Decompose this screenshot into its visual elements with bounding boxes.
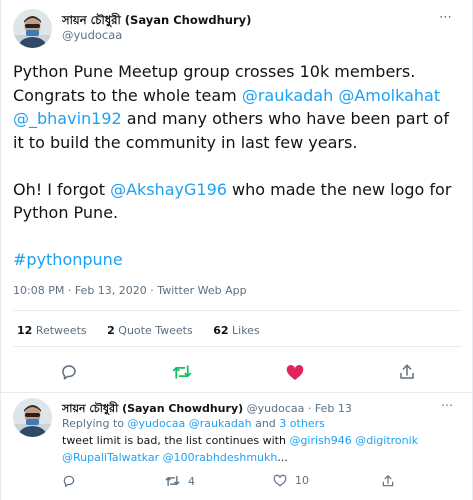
reply-retweet-count: 4 xyxy=(188,474,195,488)
reply-text-segment: tweet limit is bad, the list continues w… xyxy=(62,434,290,447)
replying-to-mentions[interactable]: @yudocaa @raukadah xyxy=(128,417,252,430)
reply-button[interactable] xyxy=(57,360,81,384)
quotes-stat[interactable]: 2 Quote Tweets xyxy=(107,324,193,337)
tweet-line: Python Pune Meetup group crosses 10k mem… xyxy=(13,60,463,84)
retweet-icon xyxy=(165,475,180,487)
reply-reply-button[interactable] xyxy=(62,474,84,488)
likes-stat[interactable]: 62 Likes xyxy=(213,324,259,337)
reply-more-options-icon[interactable]: ⋯ xyxy=(441,398,454,412)
reply-action-bar: 4 10 xyxy=(1,474,473,490)
separator: · xyxy=(307,402,315,415)
tweet-source[interactable]: Twitter Web App xyxy=(157,284,246,297)
share-icon xyxy=(382,475,394,487)
mention-bhavin192[interactable]: @_bhavin192 xyxy=(13,109,122,128)
divider xyxy=(13,346,462,347)
hashtag-pythonpune[interactable]: #pythonpune xyxy=(13,250,123,269)
reply-like-button[interactable]: 10 xyxy=(273,474,309,487)
tweet-text-segment: it to build the community in last few ye… xyxy=(13,132,358,152)
reply-author-avatar[interactable] xyxy=(13,398,52,437)
replying-to: Replying to @yudocaa @raukadah and 3 oth… xyxy=(62,417,325,431)
quotes-label: Quote Tweets xyxy=(118,324,193,337)
tweet-line: Python Pune. xyxy=(13,201,463,225)
reply-icon xyxy=(62,365,76,380)
tweet-text-segment: Python Pune Meetup group crosses 10k mem… xyxy=(13,62,416,81)
tweet-line: #pythonpune xyxy=(13,248,463,272)
mention-raukadah[interactable]: @raukadah xyxy=(242,86,333,105)
reply-retweet-button[interactable]: 4 xyxy=(165,474,195,488)
tweet-text-segment: who made the new logo for xyxy=(226,179,452,199)
reply-text-line: tweet limit is bad, the list continues w… xyxy=(62,434,418,448)
replying-to-label: Replying to xyxy=(62,417,128,430)
mention-100rabhdeshmukh[interactable]: @100rabhdeshmukh xyxy=(163,451,278,464)
quotes-count: 2 xyxy=(107,324,115,337)
retweet-icon xyxy=(172,365,192,379)
replying-to-others[interactable]: 3 others xyxy=(279,417,325,430)
retweets-stat[interactable]: 12 Retweets xyxy=(17,324,87,337)
retweets-label: Retweets xyxy=(35,324,87,337)
tweet-text-segment: Congrats to the whole team xyxy=(13,85,242,105)
tweet-meta: 10:08 PM · Feb 13, 2020 · Twitter Web Ap… xyxy=(13,284,247,297)
retweet-button[interactable] xyxy=(170,360,194,384)
reply-author-name[interactable]: সায়ন চৌধুরী (Sayan Chowdhury) xyxy=(62,402,243,415)
tweet-date[interactable]: Feb 13, 2020 xyxy=(75,284,147,297)
tweet-text-segment: and many others who have been part of xyxy=(121,109,449,128)
author-avatar[interactable] xyxy=(13,9,52,48)
reply-icon xyxy=(63,475,75,487)
tweet-line: Congrats to the whole team @raukadah @Am… xyxy=(13,84,463,108)
reply-text-ellipsis: ... xyxy=(277,451,288,464)
tweet-line: Oh! I forgot @AkshayG196 who made the ne… xyxy=(13,178,463,202)
mention-rupalitalwatkar[interactable]: @RupaliTalwatkar xyxy=(62,451,159,464)
reply-date[interactable]: Feb 13 xyxy=(315,402,352,415)
divider xyxy=(13,310,462,311)
reply-like-count: 10 xyxy=(295,474,309,487)
retweets-count: 12 xyxy=(17,324,33,337)
share-button[interactable] xyxy=(395,360,419,384)
likes-label: Likes xyxy=(232,324,260,337)
tweet-text: Python Pune Meetup group crosses 10k mem… xyxy=(13,60,463,272)
divider xyxy=(1,392,473,393)
reply-text-line: @RupaliTalwatkar @100rabhdeshmukh... xyxy=(62,451,288,465)
author-handle[interactable]: @yudocaa xyxy=(62,28,122,42)
likes-count: 62 xyxy=(213,324,229,337)
share-icon xyxy=(400,364,414,379)
tweet-time[interactable]: 10:08 PM xyxy=(13,284,64,297)
reply-author-handle[interactable]: @yudocaa xyxy=(247,402,305,415)
tweet-stats: 12 Retweets 2 Quote Tweets 62 Likes xyxy=(17,324,277,337)
mention-digitronik[interactable]: @digitronik xyxy=(355,434,418,447)
tweet-text-segment: Oh! I forgot xyxy=(13,179,111,199)
like-button[interactable] xyxy=(283,360,307,384)
more-options-icon[interactable]: ⋯ xyxy=(439,10,453,25)
reply-share-button[interactable] xyxy=(381,474,403,488)
separator: · xyxy=(67,284,75,297)
mention-amolkahat[interactable]: @Amolkahat xyxy=(338,86,440,105)
tweet-text-segment: Python Pune. xyxy=(13,203,119,222)
heart-icon xyxy=(286,364,304,380)
mention-girish946[interactable]: @girish946 xyxy=(289,434,351,447)
mention-akshayg196[interactable]: @AkshayG196 xyxy=(110,180,227,199)
replying-to-and: and xyxy=(251,417,280,430)
tweet-thread: সায়ন চৌধুরী (Sayan Chowdhury) @yudocaa … xyxy=(0,0,473,500)
tweet-line: it to build the community in last few ye… xyxy=(13,131,463,155)
heart-outline-icon xyxy=(273,474,287,487)
tweet-line: @_bhavin192 and many others who have bee… xyxy=(13,107,463,131)
